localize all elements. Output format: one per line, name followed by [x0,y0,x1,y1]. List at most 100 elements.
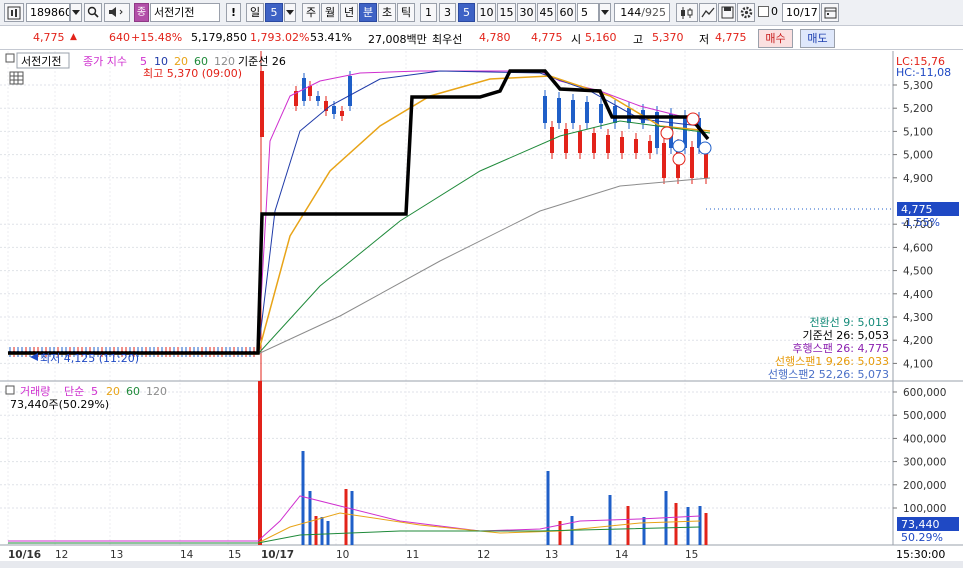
minute-15[interactable]: 15 [497,3,516,22]
volume-pane-title[interactable]: 거래량 [20,385,50,398]
time-tick-label: 13 [110,549,123,561]
vol-legend-ma5[interactable]: 5 [91,385,98,398]
best-bid: 4,775 [531,31,563,44]
price-tick-label: 4,200 [903,335,933,347]
vol-legend-ma20[interactable]: 20 [106,385,120,398]
chart-type-icon[interactable] [4,3,24,22]
buy-signal-marker [672,152,686,166]
buy-button[interactable]: 매수 [758,29,793,48]
volume-tick-label: 600,000 [903,387,946,399]
candle-body [599,104,603,123]
candle-body [571,100,575,123]
volume-bar [698,506,702,545]
time-tick-label: 10/17 [261,549,294,561]
settings-icon[interactable] [737,3,755,22]
code-dropdown-icon[interactable] [70,3,82,22]
minute-30[interactable]: 30 [517,3,536,22]
alert-icon[interactable]: ! [226,3,241,22]
minute-1[interactable]: 1 [420,3,437,22]
interval-dropdown-icon[interactable] [599,3,611,22]
period-dropdown-icon[interactable] [284,3,296,22]
table-view-icon[interactable] [9,71,24,85]
candle-body [634,139,638,153]
open-price: 5,160 [585,31,617,44]
up-arrow-icon: ▲ [70,32,77,42]
stock-chart[interactable]: 5,3005,2005,1005,0004,9004,7004,6004,500… [0,51,963,568]
minute-3[interactable]: 3 [439,3,456,22]
zero-checkbox[interactable] [758,6,769,17]
stock-name-field[interactable]: 서전기전 [150,3,220,22]
save-icon[interactable] [718,3,736,22]
ichimoku-value-label: 후행스팬 26: 4,775 [792,342,889,355]
search-icon[interactable] [84,3,102,22]
volume-bar [642,517,646,545]
price-legend-prefix[interactable]: 종가 지수 [83,55,127,68]
volume-bar [350,491,354,545]
low-price: 4,775 [715,31,747,44]
volume-tick-label: 400,000 [903,433,946,445]
period-value-button[interactable]: 5 [265,3,283,22]
volume-note: 73,440주(50.29%) [10,398,109,411]
candle-body [606,135,610,153]
horizontal-scrollbar[interactable] [0,561,963,568]
timeframe-tick[interactable]: 틱 [397,3,415,22]
volume-value: 5,179,850 [191,31,247,44]
calendar-icon[interactable] [821,3,839,22]
current-price-label: 4,775 [901,203,933,216]
legend-kijun[interactable]: 기준선 26 [238,55,286,68]
current-volume-label: 73,440 [901,518,940,531]
stock-code-input[interactable]: 189860 [26,3,70,22]
volume-bar [686,507,690,545]
volume-bar [344,489,348,545]
volume-tick-label: 300,000 [903,457,946,469]
volume-bar [704,513,708,545]
period-day-button[interactable]: 일 [246,3,264,22]
draw-icon[interactable] [699,3,717,22]
minute-5[interactable]: 5 [458,3,475,22]
price-tick-label: 5,000 [903,150,933,162]
sell-button[interactable]: 매도 [800,29,835,48]
candle-body [662,143,666,178]
time-tick-label: 14 [180,549,194,561]
low-label: 저 [699,33,710,46]
current-volume-pct: 50.29% [901,531,943,544]
volume-bar [674,503,678,545]
ichimoku-value-label: 선행스팬1 9,26: 5,033 [775,355,889,368]
vol-legend-ma120[interactable]: 120 [146,385,167,398]
candle-body [690,147,694,178]
candle-icon[interactable] [676,3,698,22]
vol-legend-ma60[interactable]: 60 [126,385,140,398]
volume-collapse-icon[interactable] [5,385,15,395]
time-tick-label: 11 [406,549,419,561]
date-input[interactable]: 10/17 [782,3,820,22]
price-tick-label: 4,300 [903,312,933,324]
timeframe-minute[interactable]: 분 [359,3,377,22]
quote-bar: 4,775 ▲ 640 +15.48% 5,179,850 1,793.02% … [0,27,963,50]
candle-body [308,86,312,96]
related-icon[interactable]: 종 [134,3,149,22]
ichimoku-value-label: 전환선 9: 5,013 [809,316,889,329]
count-field[interactable]: 144/925 [614,3,670,22]
pane-collapse-icon[interactable] [5,53,15,63]
time-tick-label: 15 [228,549,241,561]
high-note: 최고 5,370 (09:00) [143,67,242,80]
timeframe-week[interactable]: 주 [302,3,320,22]
timeframe-year[interactable]: 년 [340,3,358,22]
volume-legend-prefix[interactable]: 단순 [64,385,84,398]
ichimoku-value-label: 선행스팬2 52,26: 5,073 [768,368,889,381]
open-label: 시 [571,33,582,46]
time-tick-label: 12 [477,549,490,561]
timeframe-second[interactable]: 초 [378,3,396,22]
minute-45[interactable]: 45 [537,3,556,22]
volume-tick-label: 200,000 [903,480,946,492]
sell-signal-marker [698,141,712,155]
price-pane-title: 서전기전 [21,55,61,68]
minute-10[interactable]: 10 [477,3,496,22]
speaker-icon[interactable] [104,3,130,22]
current-pct-label: -1.55% [901,216,940,229]
interval-input[interactable]: 5 [577,3,599,22]
minute-60[interactable]: 60 [557,3,576,22]
timeframe-month[interactable]: 월 [321,3,339,22]
volume-bar [320,517,324,545]
volume-tick-label: 500,000 [903,410,946,422]
